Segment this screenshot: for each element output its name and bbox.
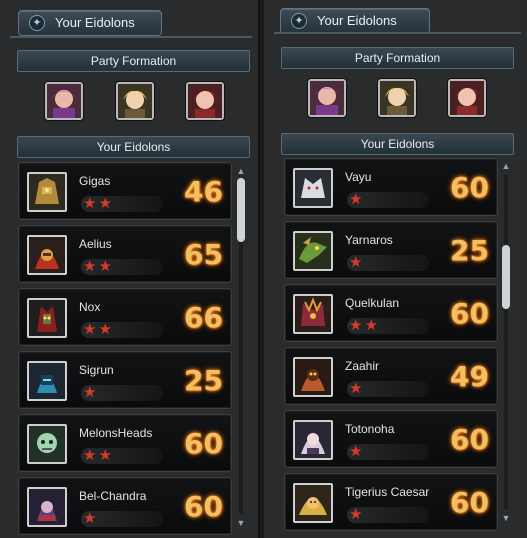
eidolon-name: Yarnaros: [345, 233, 393, 247]
eidolon-name: Aelius: [79, 237, 112, 251]
right-panel: ✦ Your Eidolons Party Formation Your Eid…: [264, 0, 527, 538]
eidolon-portrait-icon: [450, 81, 484, 115]
eidolon-level: 60: [450, 171, 489, 204]
eidolon-portrait-icon: [380, 81, 414, 115]
eidolon-level: 25: [450, 234, 489, 267]
eidolon-thumb-icon: [293, 231, 333, 271]
eidolon-thumb-icon: [27, 361, 67, 401]
eidolon-card[interactable]: Tigerius Caesar ★ 60: [284, 473, 498, 531]
scroll-down-icon[interactable]: ▼: [235, 518, 247, 528]
eidolon-level: 60: [450, 423, 489, 456]
eidolon-card[interactable]: Aelius ★★ 65: [18, 225, 232, 283]
star-icon: ✦: [29, 15, 45, 31]
eidolon-level: 60: [184, 427, 223, 460]
title-text: Your Eidolons: [317, 13, 397, 28]
eidolon-card[interactable]: Gigas ★★ 46: [18, 162, 232, 220]
star-rating: ★: [347, 381, 429, 397]
eidolon-portrait-icon: [47, 84, 81, 118]
eidolon-thumb-icon: [27, 424, 67, 464]
eidolon-level: 60: [450, 486, 489, 519]
eidolon-name: Zaahir: [345, 359, 380, 373]
eidolon-level: 46: [184, 175, 223, 208]
eidolon-thumb-icon: [27, 172, 67, 212]
eidolon-card[interactable]: MelonsHeads ★★ 60: [18, 414, 232, 472]
party-slot-1[interactable]: [308, 79, 346, 117]
eidolon-card[interactable]: Nox ★★ 66: [18, 288, 232, 346]
title-tab: ✦ Your Eidolons: [18, 10, 162, 36]
eidolon-level: 25: [184, 364, 223, 397]
eidolon-card[interactable]: Yarnaros ★ 25: [284, 221, 498, 279]
scroll-up-icon[interactable]: ▲: [235, 166, 247, 176]
eidolon-list: Gigas ★★ 46 Aelius ★★ 65 Nox ★★ 66 Sigru…: [18, 162, 232, 538]
eidolon-card[interactable]: Sigrun ★ 25: [18, 351, 232, 409]
party-formation-header: Party Formation: [17, 50, 250, 72]
title-tab: ✦ Your Eidolons: [280, 8, 430, 34]
scroll-thumb[interactable]: [502, 245, 510, 309]
star-rating: ★: [347, 255, 429, 271]
eidolon-thumb-icon: [293, 168, 333, 208]
scroll-thumb[interactable]: [237, 178, 245, 242]
eidolon-thumb-icon: [293, 483, 333, 523]
star-rating: ★: [347, 444, 429, 460]
eidolon-name: Sigrun: [79, 363, 114, 377]
star-rating: ★★: [81, 322, 163, 338]
party-row: [0, 82, 258, 122]
eidolon-card[interactable]: Vayu ★ 60: [284, 158, 498, 216]
star-rating: ★★: [81, 448, 163, 464]
eidolon-name: Tigerius Caesar: [345, 485, 430, 499]
scroll-up-icon[interactable]: ▲: [500, 161, 512, 171]
eidolon-thumb-icon: [293, 294, 333, 334]
your-eidolons-header: Your Eidolons: [17, 136, 250, 158]
eidolon-name: Vayu: [345, 170, 372, 184]
eidolon-portrait-icon: [188, 84, 222, 118]
eidolon-list-scrollbar[interactable]: ▲ ▼: [500, 161, 512, 523]
left-panel: ✦ Your Eidolons Party Formation Your Eid…: [0, 0, 260, 538]
eidolon-name: Totonoha: [345, 422, 395, 436]
eidolon-portrait-icon: [118, 84, 152, 118]
star-rating: ★: [81, 511, 163, 527]
star-rating: ★★: [81, 196, 163, 212]
eidolon-list: Vayu ★ 60 Yarnaros ★ 25 Quelkulan ★★ 60 …: [284, 158, 498, 538]
title-text: Your Eidolons: [55, 15, 135, 30]
star-rating: ★: [347, 192, 429, 208]
eidolon-level: 60: [184, 490, 223, 523]
party-row: [264, 79, 527, 119]
eidolon-name: MelonsHeads: [79, 426, 153, 440]
party-formation-header: Party Formation: [281, 47, 514, 69]
eidolon-card[interactable]: Quelkulan ★★ 60: [284, 284, 498, 342]
eidolon-name: Bel-Chandra: [79, 489, 147, 503]
star-rating: ★: [347, 507, 429, 523]
eidolon-name: Quelkulan: [345, 296, 400, 310]
eidolon-portrait-icon: [310, 81, 344, 115]
star-rating: ★★: [347, 318, 429, 334]
eidolon-level: 49: [450, 360, 489, 393]
eidolon-name: Nox: [79, 300, 101, 314]
eidolon-thumb-icon: [27, 298, 67, 338]
eidolon-thumb-icon: [293, 357, 333, 397]
eidolon-name: Gigas: [79, 174, 111, 188]
party-slot-2[interactable]: [378, 79, 416, 117]
scroll-down-icon[interactable]: ▼: [500, 513, 512, 523]
eidolon-thumb-icon: [293, 420, 333, 460]
eidolon-level: 60: [450, 297, 489, 330]
scroll-track[interactable]: [504, 175, 508, 509]
eidolon-thumb-icon: [27, 235, 67, 275]
eidolon-card[interactable]: Bel-Chandra ★ 60: [18, 477, 232, 535]
rail-divider: [274, 32, 521, 34]
star-rating: ★★: [81, 259, 163, 275]
eidolon-list-scrollbar[interactable]: ▲ ▼: [235, 166, 247, 528]
your-eidolons-header: Your Eidolons: [281, 133, 514, 155]
party-slot-3[interactable]: [186, 82, 224, 120]
eidolon-level: 65: [184, 238, 223, 271]
star-rating: ★: [81, 385, 163, 401]
eidolon-card[interactable]: Zaahir ★ 49: [284, 347, 498, 405]
eidolon-thumb-icon: [27, 487, 67, 527]
star-icon: ✦: [291, 13, 307, 29]
party-slot-3[interactable]: [448, 79, 486, 117]
eidolon-card[interactable]: Totonoha ★ 60: [284, 410, 498, 468]
party-slot-2[interactable]: [116, 82, 154, 120]
rail-divider: [10, 36, 252, 38]
eidolon-level: 66: [184, 301, 223, 334]
party-slot-1[interactable]: [45, 82, 83, 120]
